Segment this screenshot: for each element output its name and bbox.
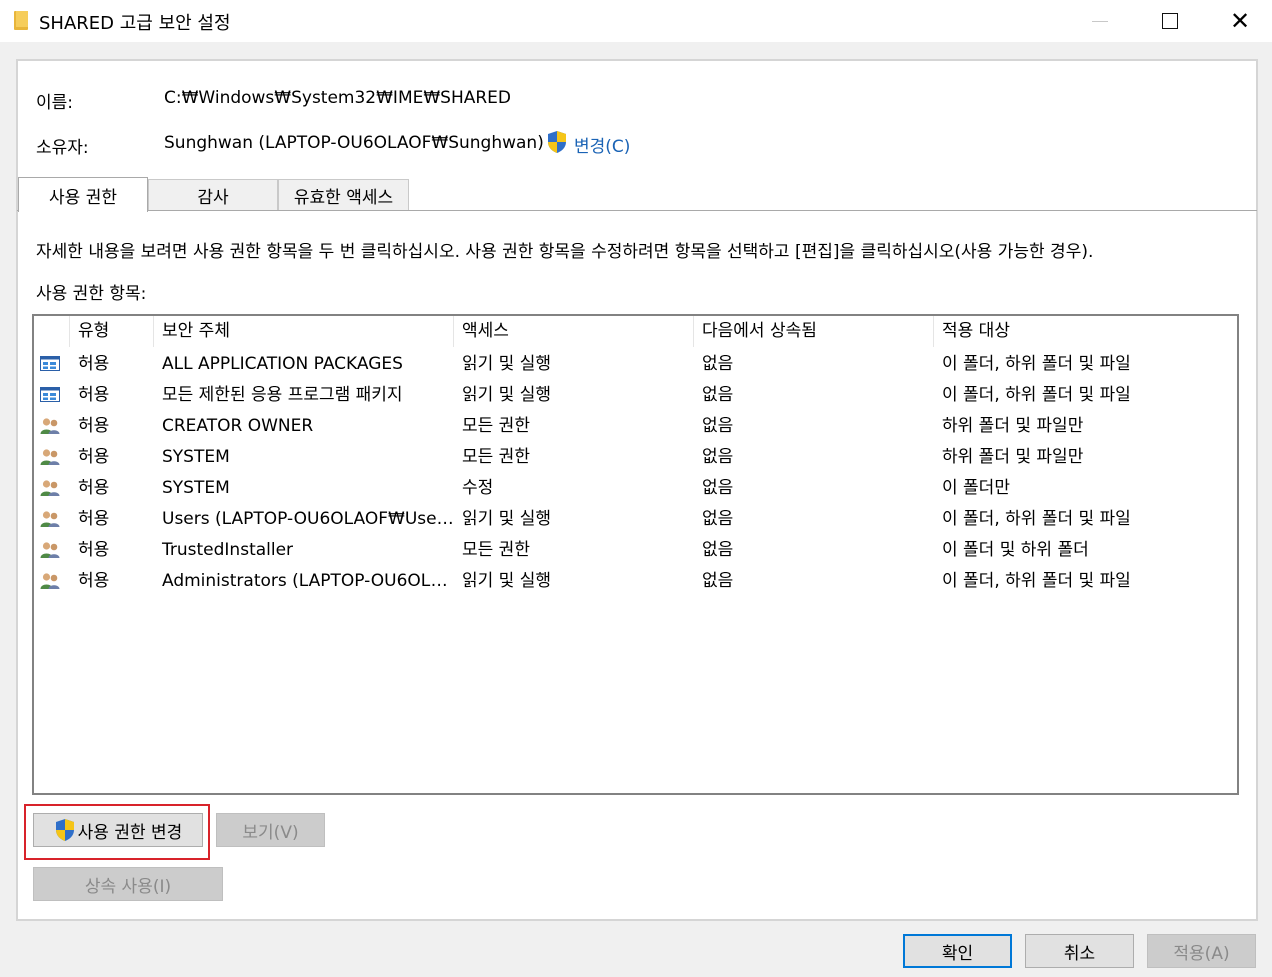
- row-inherited-from: 없음: [702, 571, 734, 591]
- change-permissions-label: 사용 권한 변경: [77, 822, 183, 843]
- users-icon: [40, 449, 60, 465]
- row-access: 모든 권한: [462, 540, 530, 560]
- tab-auditing[interactable]: 감사: [148, 179, 278, 210]
- name-label: 이름:: [36, 93, 74, 113]
- window-title: SHARED 고급 보안 설정: [39, 13, 231, 34]
- table-row[interactable]: 허용 ALL APPLICATION PACKAGES 읽기 및 실행 없음 이 폴더,…: [34, 349, 1237, 380]
- ok-button[interactable]: 확인: [903, 934, 1012, 968]
- row-principal: Administrators (LAPTOP-OU6OLA...: [162, 571, 454, 591]
- row-type: 허용: [78, 416, 110, 436]
- row-type: 허용: [78, 540, 110, 560]
- row-inherited-from: 없음: [702, 478, 734, 498]
- row-access: 수정: [462, 478, 494, 498]
- row-principal: SYSTEM: [162, 447, 230, 467]
- folder-icon: [14, 11, 28, 30]
- table-row[interactable]: 허용 SYSTEM 수정 없음 이 폴더만: [34, 473, 1237, 504]
- apply-button[interactable]: 적용(A): [1147, 934, 1256, 968]
- table-row[interactable]: 허용 SYSTEM 모든 권한 없음 하위 폴더 및 파일만: [34, 442, 1237, 473]
- instruction-text: 자세한 내용을 보려면 사용 권한 항목을 두 번 클릭하십시오. 사용 권한 …: [36, 242, 1094, 262]
- row-type: 허용: [78, 571, 110, 591]
- uac-shield-icon: [548, 131, 566, 153]
- row-inherited-from: 없음: [702, 416, 734, 436]
- close-button[interactable]: ✕: [1206, 0, 1272, 42]
- users-icon: [40, 480, 60, 496]
- row-access: 읽기 및 실행: [462, 571, 552, 591]
- row-inherited-from: 없음: [702, 509, 734, 529]
- row-type: 허용: [78, 509, 110, 529]
- column-header-type[interactable]: 유형: [70, 316, 154, 347]
- owner-change-link[interactable]: 변경(C): [574, 132, 630, 157]
- package-group-icon: [40, 356, 60, 371]
- row-applies-to: 이 폴더, 하위 폴더 및 파일: [942, 571, 1131, 591]
- enable-inheritance-button[interactable]: 상속 사용(I): [33, 867, 223, 901]
- row-principal: CREATOR OWNER: [162, 416, 314, 436]
- row-principal: ALL APPLICATION PACKAGES: [162, 354, 403, 374]
- table-row[interactable]: 허용 모든 제한된 응용 프로그램 패키지 읽기 및 실행 없음 이 폴더, 하위 폴더…: [34, 380, 1237, 411]
- row-access: 모든 권한: [462, 447, 530, 467]
- row-inherited-from: 없음: [702, 385, 734, 405]
- change-permissions-button[interactable]: 사용 권한 변경: [33, 813, 203, 847]
- row-applies-to: 이 폴더, 하위 폴더 및 파일: [942, 509, 1131, 529]
- users-icon: [40, 573, 60, 589]
- users-icon: [40, 418, 60, 434]
- minimize-button[interactable]: [1066, 0, 1134, 42]
- row-access: 읽기 및 실행: [462, 354, 552, 374]
- row-applies-to: 하위 폴더 및 파일만: [942, 416, 1084, 436]
- title-bar: SHARED 고급 보안 설정 ✕: [0, 0, 1272, 42]
- row-inherited-from: 없음: [702, 354, 734, 374]
- column-header-applies-to[interactable]: 적용 대상: [934, 316, 1237, 347]
- owner-label: 소유자:: [36, 138, 89, 158]
- row-type: 허용: [78, 447, 110, 467]
- table-row[interactable]: 허용 CREATOR OWNER 모든 권한 없음 하위 폴더 및 파일만: [34, 411, 1237, 442]
- row-applies-to: 이 폴더, 하위 폴더 및 파일: [942, 354, 1131, 374]
- package-group-icon: [40, 387, 60, 402]
- column-header-principal[interactable]: 보안 주체: [154, 316, 454, 347]
- maximize-button[interactable]: [1136, 0, 1204, 42]
- row-principal: Users (LAPTOP-OU6OLAOF₩Users): [162, 509, 454, 529]
- row-applies-to: 하위 폴더 및 파일만: [942, 447, 1084, 467]
- uac-shield-icon: [55, 819, 74, 841]
- row-applies-to: 이 폴더, 하위 폴더 및 파일: [942, 385, 1131, 405]
- users-icon: [40, 542, 60, 558]
- tab-divider: [17, 210, 1257, 211]
- row-type: 허용: [78, 385, 110, 405]
- row-inherited-from: 없음: [702, 447, 734, 467]
- table-row[interactable]: 허용 Users (LAPTOP-OU6OLAOF₩Users) 읽기 및 실행 없음…: [34, 504, 1237, 535]
- name-value: C:₩Windows₩System32₩IME₩SHARED: [164, 88, 512, 108]
- view-button[interactable]: 보기(V): [216, 813, 325, 847]
- owner-value: Sunghwan (LAPTOP-OU6OLAOF₩Sunghwan): [164, 133, 544, 153]
- row-principal: SYSTEM: [162, 478, 230, 498]
- column-header-icon: [34, 316, 70, 347]
- row-type: 허용: [78, 478, 110, 498]
- tab-effective-access[interactable]: 유효한 액세스: [278, 179, 409, 210]
- row-applies-to: 이 폴더 및 하위 폴더: [942, 540, 1089, 560]
- row-principal: TrustedInstaller: [162, 540, 294, 560]
- row-inherited-from: 없음: [702, 540, 734, 560]
- cancel-button[interactable]: 취소: [1025, 934, 1134, 968]
- permission-entries-label: 사용 권한 항목:: [36, 284, 147, 304]
- users-icon: [40, 511, 60, 527]
- permission-entries-list[interactable]: 유형 보안 주체 액세스 다음에서 상속됨 적용 대상 허용 ALL APPLIC…: [32, 314, 1239, 795]
- close-icon: ✕: [1229, 7, 1251, 35]
- list-header: 유형 보안 주체 액세스 다음에서 상속됨 적용 대상: [34, 316, 1237, 347]
- table-row[interactable]: 허용 TrustedInstaller 모든 권한 없음 이 폴더 및 하위 폴더: [34, 535, 1237, 566]
- row-access: 모든 권한: [462, 416, 530, 436]
- table-row[interactable]: 허용 Administrators (LAPTOP-OU6OLA... 읽기 및 실…: [34, 566, 1237, 597]
- row-access: 읽기 및 실행: [462, 509, 552, 529]
- row-principal: 모든 제한된 응용 프로그램 패키지: [162, 385, 403, 405]
- tab-permissions[interactable]: 사용 권한: [18, 177, 148, 212]
- row-applies-to: 이 폴더만: [942, 478, 1010, 498]
- minimize-icon: [1092, 20, 1108, 22]
- maximize-icon: [1162, 13, 1178, 29]
- row-access: 읽기 및 실행: [462, 385, 552, 405]
- column-header-inherited-from[interactable]: 다음에서 상속됨: [694, 316, 934, 347]
- column-header-access[interactable]: 액세스: [454, 316, 694, 347]
- row-type: 허용: [78, 354, 110, 374]
